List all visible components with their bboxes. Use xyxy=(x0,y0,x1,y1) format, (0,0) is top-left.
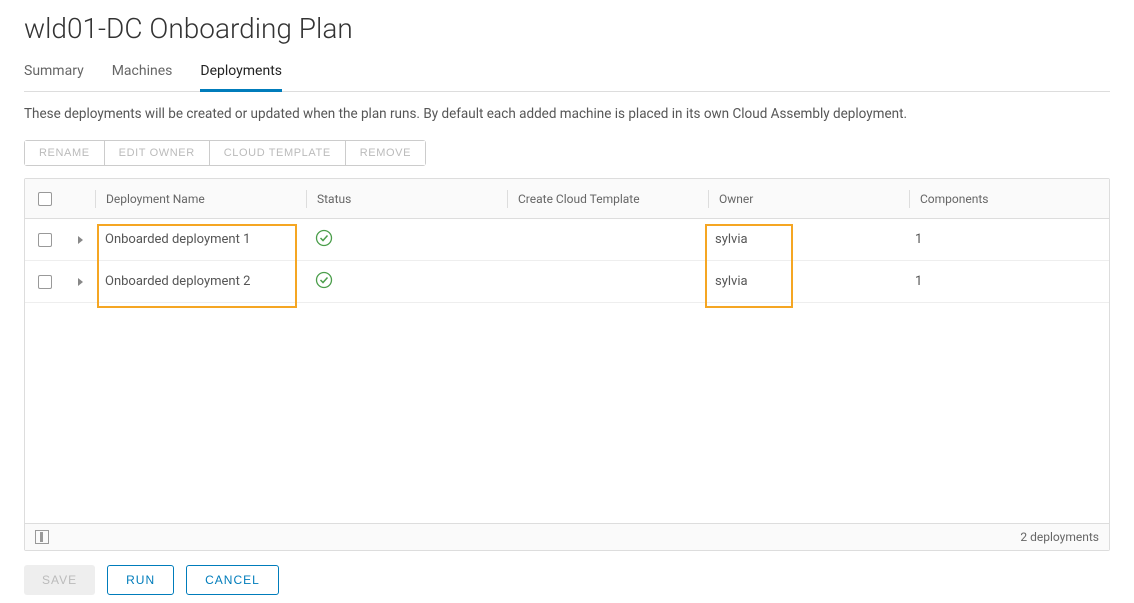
owner-value: sylvia xyxy=(715,232,748,247)
edit-owner-button[interactable]: EDIT OWNER xyxy=(105,141,210,165)
tab-summary[interactable]: Summary xyxy=(24,55,84,91)
components-value: 1 xyxy=(915,274,922,289)
select-all-checkbox[interactable] xyxy=(38,192,52,206)
chevron-right-icon xyxy=(78,278,83,286)
header-components[interactable]: Components xyxy=(910,192,1109,206)
table-header: Deployment Name Status Create Cloud Temp… xyxy=(25,179,1109,219)
header-template[interactable]: Create Cloud Template xyxy=(508,192,708,206)
row-checkbox[interactable] xyxy=(38,233,52,247)
remove-button[interactable]: REMOVE xyxy=(346,141,425,165)
cloud-template-button[interactable]: CLOUD TEMPLATE xyxy=(210,141,346,165)
owner-value: sylvia xyxy=(715,274,748,289)
tab-machines[interactable]: Machines xyxy=(112,55,173,91)
header-owner[interactable]: Owner xyxy=(709,192,909,206)
header-status[interactable]: Status xyxy=(307,192,507,206)
actions-bar: SAVE RUN CANCEL xyxy=(24,551,1110,603)
expand-row[interactable] xyxy=(65,278,95,286)
expand-row[interactable] xyxy=(65,236,95,244)
status-ok-icon xyxy=(315,229,333,247)
chevron-right-icon xyxy=(78,236,83,244)
status-ok-icon xyxy=(315,271,333,289)
tab-deployments[interactable]: Deployments xyxy=(200,55,282,92)
column-picker-icon[interactable] xyxy=(35,530,49,544)
row-checkbox[interactable] xyxy=(38,275,52,289)
header-name[interactable]: Deployment Name xyxy=(96,192,306,206)
row-count: 2 deployments xyxy=(1020,530,1099,544)
components-value: 1 xyxy=(915,232,922,247)
deployments-table: Deployment Name Status Create Cloud Temp… xyxy=(24,178,1110,551)
deployment-name: Onboarded deployment 1 xyxy=(105,232,250,247)
tabs-container: Summary Machines Deployments xyxy=(24,55,1110,92)
table-row[interactable]: Onboarded deployment 1 sylvia 1 xyxy=(25,219,1109,261)
table-footer: 2 deployments xyxy=(25,523,1109,550)
rename-button[interactable]: RENAME xyxy=(25,141,105,165)
table-row[interactable]: Onboarded deployment 2 sylvia 1 xyxy=(25,261,1109,303)
tab-description: These deployments will be created or upd… xyxy=(24,106,1110,122)
deployment-name: Onboarded deployment 2 xyxy=(105,274,250,289)
toolbar: RENAME EDIT OWNER CLOUD TEMPLATE REMOVE xyxy=(24,140,426,166)
page-title: wld01-DC Onboarding Plan xyxy=(24,0,1110,55)
